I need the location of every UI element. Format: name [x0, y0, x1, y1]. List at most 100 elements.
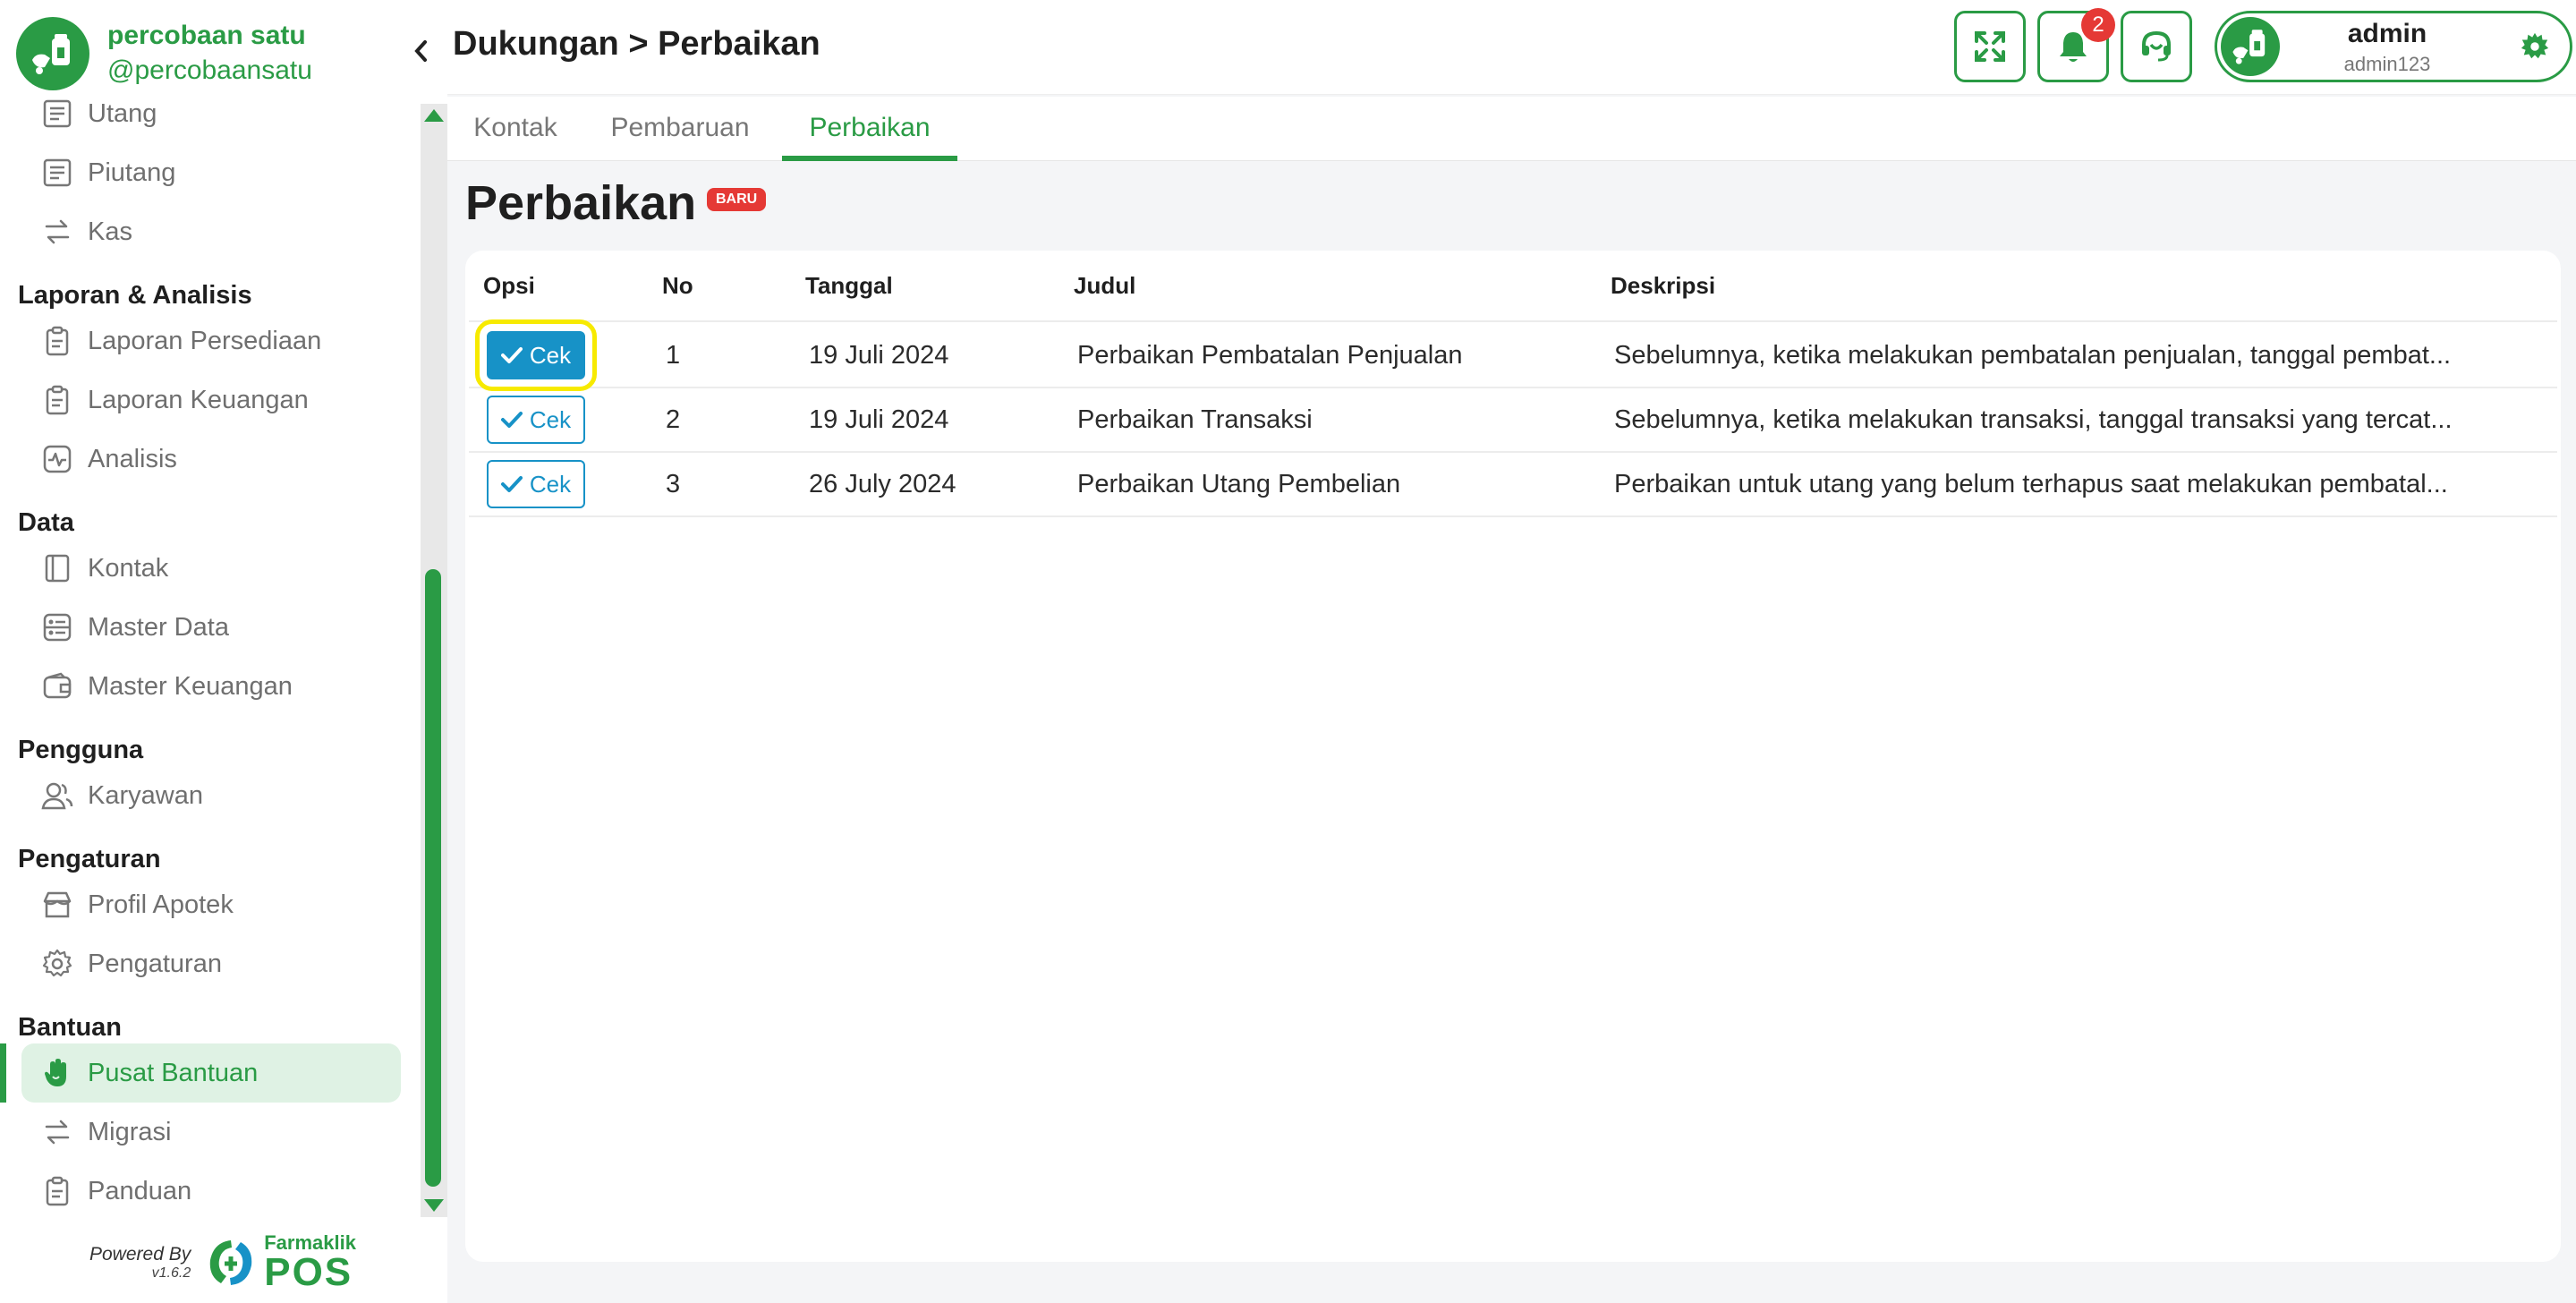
- sidebar-item-label: Kas: [88, 217, 132, 246]
- sidebar-item-piutang[interactable]: Piutang: [0, 143, 421, 202]
- collapse-sidebar-button[interactable]: [407, 34, 434, 68]
- sidebar-item-label: Profil Apotek: [88, 890, 234, 919]
- gear-icon[interactable]: [2520, 31, 2550, 66]
- sidebar-item-label: Master Keuangan: [88, 671, 293, 701]
- users-icon: [39, 778, 75, 813]
- scrollbar-thumb[interactable]: [425, 569, 441, 1187]
- sidebar-item-analisis[interactable]: Analisis: [0, 430, 421, 489]
- column-header-opsi: Opsi: [483, 272, 535, 299]
- cell-judul: Perbaikan Pembatalan Penjualan: [1077, 341, 1463, 370]
- notification-button[interactable]: 2: [2037, 8, 2115, 82]
- store-icon: [39, 887, 75, 923]
- powered-by-label: Powered By: [89, 1244, 191, 1265]
- sidebar-item-profil-apotek[interactable]: Profil Apotek: [0, 875, 421, 934]
- active-indicator: [0, 1043, 6, 1103]
- cell-tanggal: 19 Juli 2024: [809, 405, 949, 434]
- user-username: admin123: [2343, 53, 2431, 75]
- cell-deskripsi: Sebelumnya, ketika melakukan pembatalan …: [1614, 341, 2452, 370]
- column-header-no: No: [662, 272, 693, 299]
- sidebar-item-utang[interactable]: Utang: [0, 93, 421, 143]
- section-title-data: Data: [18, 508, 74, 537]
- check-icon: [500, 346, 523, 364]
- sidebar-item-migrasi[interactable]: Migrasi: [0, 1103, 421, 1162]
- farmaklik-logo-pos: POS: [264, 1250, 353, 1294]
- table-header-divider: [469, 320, 2557, 322]
- sidebar-item-label: Pusat Bantuan: [88, 1058, 259, 1087]
- sidebar-item-label: Laporan Persediaan: [88, 326, 322, 355]
- cell-deskripsi: Sebelumnya, ketika melakukan transaksi, …: [1614, 405, 2453, 434]
- sidebar-item-label: Pengaturan: [88, 949, 222, 978]
- cell-tanggal: 26 July 2024: [809, 470, 956, 498]
- sidebar-item-label: Laporan Keuangan: [88, 385, 309, 414]
- sidebar-item-pengaturan[interactable]: Pengaturan: [0, 934, 421, 993]
- app-version: v1.6.2: [151, 1265, 191, 1281]
- sidebar-item-master-keuangan[interactable]: Master Keuangan: [0, 657, 421, 716]
- cek-button[interactable]: Cek: [487, 460, 585, 508]
- cek-button-label: Cek: [529, 405, 572, 433]
- check-icon: [500, 475, 523, 493]
- fullscreen-button[interactable]: [1954, 11, 2026, 82]
- sidebar-item-panduan[interactable]: Panduan: [0, 1162, 421, 1212]
- sidebar-scrollbar[interactable]: [421, 104, 447, 1217]
- cell-no: 2: [666, 405, 681, 434]
- transfer-icon: [39, 214, 75, 250]
- sidebar-item-label: Utang: [88, 98, 157, 128]
- database-icon: [39, 609, 75, 645]
- table-row: Cek 3 26 July 2024 Perbaikan Utang Pembe…: [469, 453, 2557, 517]
- sidebar-item-kontak[interactable]: Kontak: [0, 539, 421, 598]
- user-profile-menu[interactable]: admin admin123: [2215, 11, 2572, 82]
- sidebar-item-label: Analisis: [88, 444, 177, 473]
- farmaklik-mark-icon: [209, 1240, 252, 1285]
- check-icon: [500, 411, 523, 429]
- scroll-down-arrow-icon[interactable]: [424, 1199, 444, 1212]
- sidebar-item-karyawan[interactable]: Karyawan: [0, 766, 421, 825]
- cek-button[interactable]: Cek: [475, 319, 597, 391]
- clipboard-icon: [39, 382, 75, 418]
- table-row: Cek 2 19 Juli 2024 Perbaikan Transaksi S…: [469, 388, 2557, 453]
- sidebar-item-laporan-keuangan[interactable]: Laporan Keuangan: [0, 370, 421, 430]
- cell-judul: Perbaikan Transaksi: [1077, 405, 1313, 434]
- cek-button-label: Cek: [529, 341, 572, 369]
- brand-handle: @percobaansatu: [107, 55, 312, 85]
- chevron-left-icon: [414, 40, 427, 62]
- sidebar-item-pusat-bantuan[interactable]: Pusat Bantuan: [0, 1043, 401, 1103]
- ledger-icon: [39, 155, 75, 191]
- sidebar-item-label: Karyawan: [88, 780, 203, 810]
- cell-tanggal: 19 Juli 2024: [809, 341, 949, 370]
- sidebar-item-label: Piutang: [88, 158, 176, 187]
- farmaklik-logo: Farmaklik POS: [205, 1233, 356, 1292]
- top-header: Dukungan > Perbaikan 2 admin admin123: [447, 0, 2576, 95]
- cek-button[interactable]: Cek: [487, 396, 585, 444]
- user-name: admin: [2347, 19, 2427, 48]
- brand: percobaan satu @percobaansatu: [16, 16, 312, 91]
- sidebar: percobaan satu @percobaansatu Utang Piut…: [0, 0, 447, 1303]
- gear-icon: [39, 946, 75, 982]
- sidebar-item-label: Kontak: [88, 553, 169, 583]
- support-button[interactable]: [2121, 11, 2192, 82]
- section-title-laporan: Laporan & Analisis: [18, 281, 252, 310]
- cell-deskripsi: Perbaikan untuk utang yang belum terhapu…: [1614, 470, 2448, 498]
- tab-perbaikan[interactable]: Perbaikan: [782, 97, 957, 161]
- brand-name: percobaan satu: [107, 21, 306, 50]
- tab-pembaruan[interactable]: Pembaruan: [591, 97, 769, 161]
- sidebar-item-master-data[interactable]: Master Data: [0, 598, 421, 657]
- sidebar-menu: Utang Piutang Kas Laporan & Analisis Lap…: [0, 93, 421, 1212]
- powered-by-footer: Powered By v1.6.2 Farmaklik POS: [89, 1233, 356, 1292]
- pharmacy-logo-icon: [16, 17, 89, 90]
- new-badge: BARU: [707, 188, 767, 211]
- ledger-icon: [39, 96, 75, 132]
- column-header-judul: Judul: [1074, 272, 1136, 299]
- tab-kontak[interactable]: Kontak: [453, 97, 578, 161]
- cell-judul: Perbaikan Utang Pembelian: [1077, 470, 1401, 498]
- tab-bar: Kontak Pembaruan Perbaikan: [447, 97, 2576, 161]
- clipboard-icon: [39, 1173, 75, 1209]
- column-header-deskripsi: Deskripsi: [1611, 272, 1716, 299]
- scroll-up-arrow-icon[interactable]: [424, 109, 444, 122]
- sidebar-item-laporan-persediaan[interactable]: Laporan Persediaan: [0, 311, 421, 370]
- sidebar-item-kas[interactable]: Kas: [0, 202, 421, 261]
- pulse-icon: [39, 441, 75, 477]
- page-title: Perbaikan: [465, 176, 697, 230]
- avatar: [2221, 17, 2280, 76]
- headset-icon: [2142, 30, 2171, 62]
- hand-icon: [39, 1055, 75, 1091]
